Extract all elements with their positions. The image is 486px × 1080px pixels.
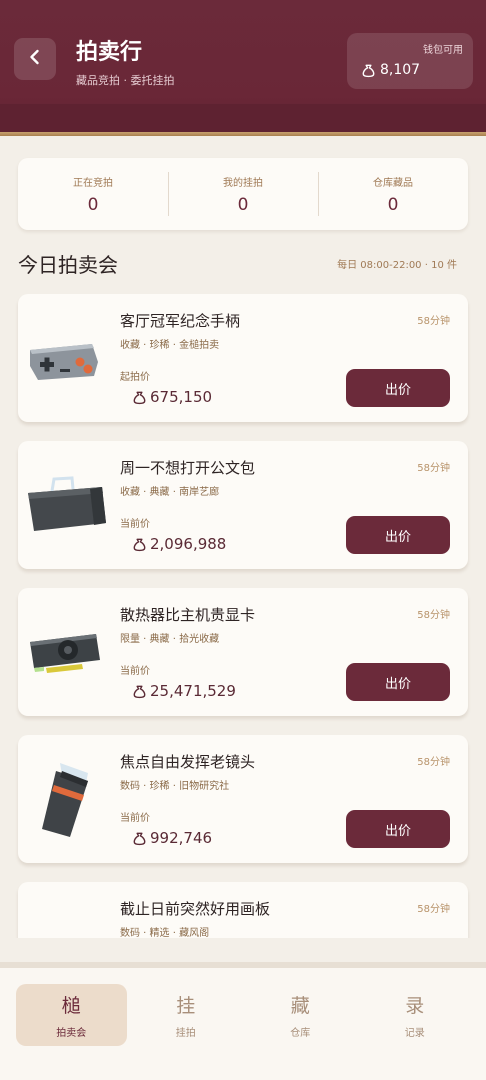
- price-label: 起拍价: [120, 372, 150, 383]
- item-tags: 数码 · 珍稀 · 旧物研究社: [120, 781, 230, 792]
- money-bag-icon: [361, 63, 376, 78]
- stat-warehouse[interactable]: 仓库藏品 0: [318, 158, 468, 230]
- nav-tab-records[interactable]: 录 记录: [360, 984, 471, 1046]
- item-countdown: 58分钟: [417, 904, 450, 915]
- price-label: 当前价: [120, 519, 150, 530]
- item-name: 散热器比主机贵显卡: [120, 606, 256, 624]
- bid-button[interactable]: 出价: [346, 810, 450, 848]
- money-bag-icon: [132, 684, 147, 699]
- stat-label: 仓库藏品: [373, 177, 413, 189]
- item-countdown: 58分钟: [417, 316, 450, 327]
- briefcase-icon: [26, 465, 108, 547]
- bid-button[interactable]: 出价: [346, 516, 450, 554]
- wallet-balance[interactable]: 钱包可用 8,107: [347, 33, 473, 89]
- nav-label: 拍卖会: [56, 1028, 87, 1039]
- auction-card[interactable]: 周一不想打开公文包 收藏 · 典藏 · 南岸艺廊 58分钟 当前价 2,096,…: [18, 441, 468, 569]
- nav-label: 记录: [404, 1028, 425, 1039]
- item-price: 25,471,529: [150, 682, 236, 700]
- item-price: 2,096,988: [150, 535, 227, 553]
- header-band: [0, 104, 486, 134]
- auction-list[interactable]: 客厅冠军纪念手柄 收藏 · 珍稀 · 金槌拍卖 58分钟 起拍价 675,150…: [0, 286, 486, 938]
- item-name: 焦点自由发挥老镜头: [120, 753, 256, 771]
- bottom-nav: 槌 拍卖会 挂 挂拍 藏 仓库 录 记录: [0, 968, 486, 1080]
- item-countdown: 58分钟: [417, 463, 450, 474]
- auction-card[interactable]: 散热器比主机贵显卡 限量 · 典藏 · 拾光收藏 58分钟 当前价 25,471…: [18, 588, 468, 716]
- money-bag-icon: [132, 390, 147, 405]
- nav-label: 挂拍: [175, 1028, 196, 1039]
- item-name: 周一不想打开公文包: [120, 459, 256, 477]
- wallet-amount: 8,107: [380, 62, 421, 78]
- auction-card[interactable]: 客厅冠军纪念手柄 收藏 · 珍稀 · 金槌拍卖 58分钟 起拍价 675,150…: [18, 294, 468, 422]
- page-subtitle: 藏品竞拍 · 委托挂拍: [76, 74, 175, 87]
- listing-icon: 挂: [176, 995, 196, 1017]
- item-price-row: 992,746: [132, 829, 212, 847]
- page-title: 拍卖行: [76, 40, 143, 65]
- item-tags: 数码 · 精选 · 藏风阁: [120, 928, 210, 938]
- price-label: 当前价: [120, 813, 150, 824]
- item-name: 客厅冠军纪念手柄: [120, 312, 241, 330]
- drawing-tablet-icon: [26, 906, 108, 938]
- app-header: 拍卖行 藏品竞拍 · 委托挂拍 钱包可用 8,107: [0, 0, 486, 134]
- nav-tab-warehouse[interactable]: 藏 仓库: [245, 984, 356, 1046]
- records-icon: 录: [405, 995, 425, 1017]
- warehouse-icon: 藏: [290, 995, 310, 1017]
- section-title: 今日拍卖会: [18, 253, 118, 277]
- item-name: 截止日前突然好用画板: [120, 900, 271, 918]
- money-bag-icon: [132, 831, 147, 846]
- item-price-row: 2,096,988: [132, 535, 226, 553]
- chevron-left-icon: [26, 48, 44, 70]
- nav-tab-auction[interactable]: 槌 拍卖会: [16, 984, 127, 1046]
- back-button[interactable]: [14, 38, 56, 80]
- stat-my-listings[interactable]: 我的挂拍 0: [168, 158, 318, 230]
- section-meta: 每日 08:00-22:00 · 10 件: [337, 260, 457, 271]
- header-gold-rule: [0, 132, 486, 136]
- item-tags: 收藏 · 典藏 · 南岸艺廊: [120, 487, 220, 498]
- stat-value: 0: [87, 194, 99, 215]
- graphics-card-icon: [26, 612, 108, 694]
- item-tags: 限量 · 典藏 · 拾光收藏: [120, 634, 220, 645]
- item-tags: 收藏 · 珍稀 · 金槌拍卖: [120, 340, 220, 351]
- item-price-row: 25,471,529: [132, 682, 236, 700]
- auction-card[interactable]: 焦点自由发挥老镜头 数码 · 珍稀 · 旧物研究社 58分钟 当前价 992,7…: [18, 735, 468, 863]
- gamepad-icon: [26, 318, 108, 400]
- money-bag-icon: [132, 537, 147, 552]
- price-label: 当前价: [120, 666, 150, 677]
- item-price: 675,150: [150, 388, 213, 406]
- stats-panel: 正在竞拍 0 我的挂拍 0 仓库藏品 0: [18, 158, 468, 230]
- bid-button[interactable]: 出价: [346, 369, 450, 407]
- gavel-icon: 槌: [61, 995, 81, 1017]
- wallet-label: 钱包可用: [423, 45, 463, 56]
- nav-tab-listing[interactable]: 挂 挂拍: [131, 984, 242, 1046]
- item-price: 992,746: [150, 829, 213, 847]
- stat-bidding[interactable]: 正在竞拍 0: [18, 158, 168, 230]
- stat-value: 0: [387, 194, 399, 215]
- stat-label: 我的挂拍: [223, 177, 263, 189]
- stat-value: 0: [237, 194, 249, 215]
- stat-label: 正在竞拍: [73, 177, 113, 189]
- camera-lens-icon: [26, 759, 108, 841]
- bid-button[interactable]: 出价: [346, 663, 450, 701]
- wallet-amount-row: 8,107: [361, 62, 420, 78]
- auction-card[interactable]: 截止日前突然好用画板 数码 · 精选 · 藏风阁 58分钟: [18, 882, 468, 938]
- item-countdown: 58分钟: [417, 757, 450, 768]
- item-price-row: 675,150: [132, 388, 212, 406]
- nav-label: 仓库: [290, 1028, 311, 1039]
- item-countdown: 58分钟: [417, 610, 450, 621]
